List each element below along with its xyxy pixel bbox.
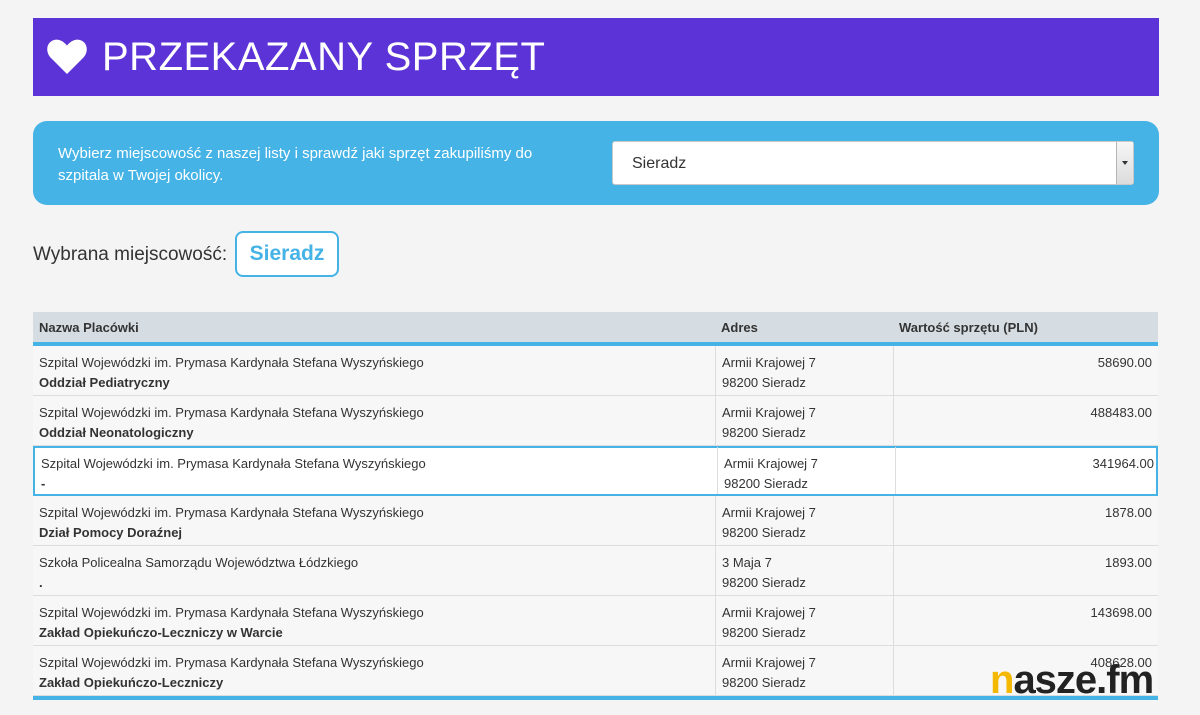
equipment-table: Nazwa Placówki Adres Wartość sprzętu (PL… [33,312,1158,700]
address-city: 98200 Sieradz [722,675,806,690]
heart-icon [47,39,87,75]
cell-address: Armii Krajowej 7 98200 Sieradz [715,496,893,545]
cell-institution: Szpital Wojewódzki im. Prymasa Kardynała… [35,447,717,494]
chosen-location-badge: Sieradz [235,231,339,277]
table-body: Szpital Wojewódzki im. Prymasa Kardynała… [33,346,1158,696]
institution-name: Szpital Wojewódzki im. Prymasa Kardynała… [39,505,424,520]
column-header-address: Adres [721,320,758,335]
equipment-value: 488483.00 [1090,405,1152,420]
address-street: Armii Krajowej 7 [722,605,816,620]
unit-name: Zakład Opiekuńczo-Leczniczy [39,675,224,690]
cell-institution: Szpital Wojewódzki im. Prymasa Kardynała… [33,496,715,545]
location-select-value: Sieradz [632,155,687,172]
page: PRZEKAZANY SPRZĘT Wybierz miejscowość z … [0,0,1200,715]
table-row[interactable]: Szpital Wojewódzki im. Prymasa Kardynała… [33,596,1158,646]
address-city: 98200 Sieradz [722,525,806,540]
address-city: 98200 Sieradz [722,625,806,640]
unit-name: Oddział Pediatryczny [39,375,170,390]
cell-institution: Szkoła Policealna Samorządu Województwa … [33,546,715,595]
table-row[interactable]: Szpital Wojewódzki im. Prymasa Kardynała… [33,496,1158,546]
cell-value: 1893.00 [893,546,1158,595]
table-row[interactable]: Szkoła Policealna Samorządu Województwa … [33,546,1158,596]
address-street: Armii Krajowej 7 [722,655,816,670]
address-street: Armii Krajowej 7 [724,456,818,471]
cell-address: Armii Krajowej 7 98200 Sieradz [717,447,895,494]
equipment-value: 1878.00 [1105,505,1152,520]
address-street: Armii Krajowej 7 [722,355,816,370]
unit-name: - [41,476,46,491]
unit-name: . [39,575,43,590]
column-header-name: Nazwa Placówki [39,320,139,335]
address-city: 98200 Sieradz [722,575,806,590]
chosen-location-label: Wybrana miejscowość: [33,244,228,265]
cell-institution: Szpital Wojewódzki im. Prymasa Kardynała… [33,596,715,645]
address-city: 98200 Sieradz [722,375,806,390]
equipment-value: 1893.00 [1105,555,1152,570]
cell-value: 58690.00 [893,346,1158,395]
cell-institution: Szpital Wojewódzki im. Prymasa Kardynała… [33,646,715,695]
table-row[interactable]: Szpital Wojewódzki im. Prymasa Kardynała… [33,346,1158,396]
table-row-highlighted[interactable]: Szpital Wojewódzki im. Prymasa Kardynała… [33,446,1158,496]
address-street: 3 Maja 7 [722,555,772,570]
watermark-rest: asze.fm [1013,658,1154,702]
selector-description: Wybierz miejscowość z naszej listy i spr… [58,145,533,184]
cell-address: Armii Krajowej 7 98200 Sieradz [715,596,893,645]
cell-institution: Szpital Wojewódzki im. Prymasa Kardynała… [33,396,715,445]
watermark-first-letter: n [990,658,1014,702]
address-street: Armii Krajowej 7 [722,405,816,420]
table-row[interactable]: Szpital Wojewódzki im. Prymasa Kardynała… [33,396,1158,446]
site-watermark-logo: nasze.fm [990,658,1154,702]
institution-name: Szpital Wojewódzki im. Prymasa Kardynała… [41,456,426,471]
unit-name: Dział Pomocy Doraźnej [39,525,183,540]
equipment-value: 58690.00 [1097,355,1152,370]
equipment-value: 143698.00 [1090,605,1152,620]
address-street: Armii Krajowej 7 [722,505,816,520]
address-city: 98200 Sieradz [722,425,806,440]
page-title: PRZEKAZANY SPRZĘT [102,35,546,79]
cell-institution: Szpital Wojewódzki im. Prymasa Kardynała… [33,346,715,395]
cell-address: 3 Maja 7 98200 Sieradz [715,546,893,595]
unit-name: Zakład Opiekuńczo-Leczniczy w Warcie [39,625,283,640]
unit-name: Oddział Neonatologiczny [39,425,194,440]
cell-address: Armii Krajowej 7 98200 Sieradz [715,346,893,395]
institution-name: Szpital Wojewódzki im. Prymasa Kardynała… [39,355,424,370]
cell-value: 143698.00 [893,596,1158,645]
chevron-down-icon[interactable] [1116,142,1133,184]
institution-name: Szpital Wojewódzki im. Prymasa Kardynała… [39,655,424,670]
institution-name: Szkoła Policealna Samorządu Województwa … [39,555,359,570]
cell-address: Armii Krajowej 7 98200 Sieradz [715,646,893,695]
cell-address: Armii Krajowej 7 98200 Sieradz [715,396,893,445]
location-selector-panel: Wybierz miejscowość z naszej listy i spr… [33,121,1159,205]
institution-name: Szpital Wojewódzki im. Prymasa Kardynała… [39,605,424,620]
header-banner: PRZEKAZANY SPRZĘT [33,18,1159,96]
column-header-value: Wartość sprzętu (PLN) [899,320,1038,335]
table-header: Nazwa Placówki Adres Wartość sprzętu (PL… [33,312,1158,346]
cell-value: 488483.00 [893,396,1158,445]
cell-value: 341964.00 [895,447,1160,494]
institution-name: Szpital Wojewódzki im. Prymasa Kardynała… [39,405,424,420]
cell-value: 1878.00 [893,496,1158,545]
equipment-value: 341964.00 [1092,456,1154,471]
location-select[interactable]: Sieradz [612,141,1134,185]
address-city: 98200 Sieradz [724,476,808,491]
